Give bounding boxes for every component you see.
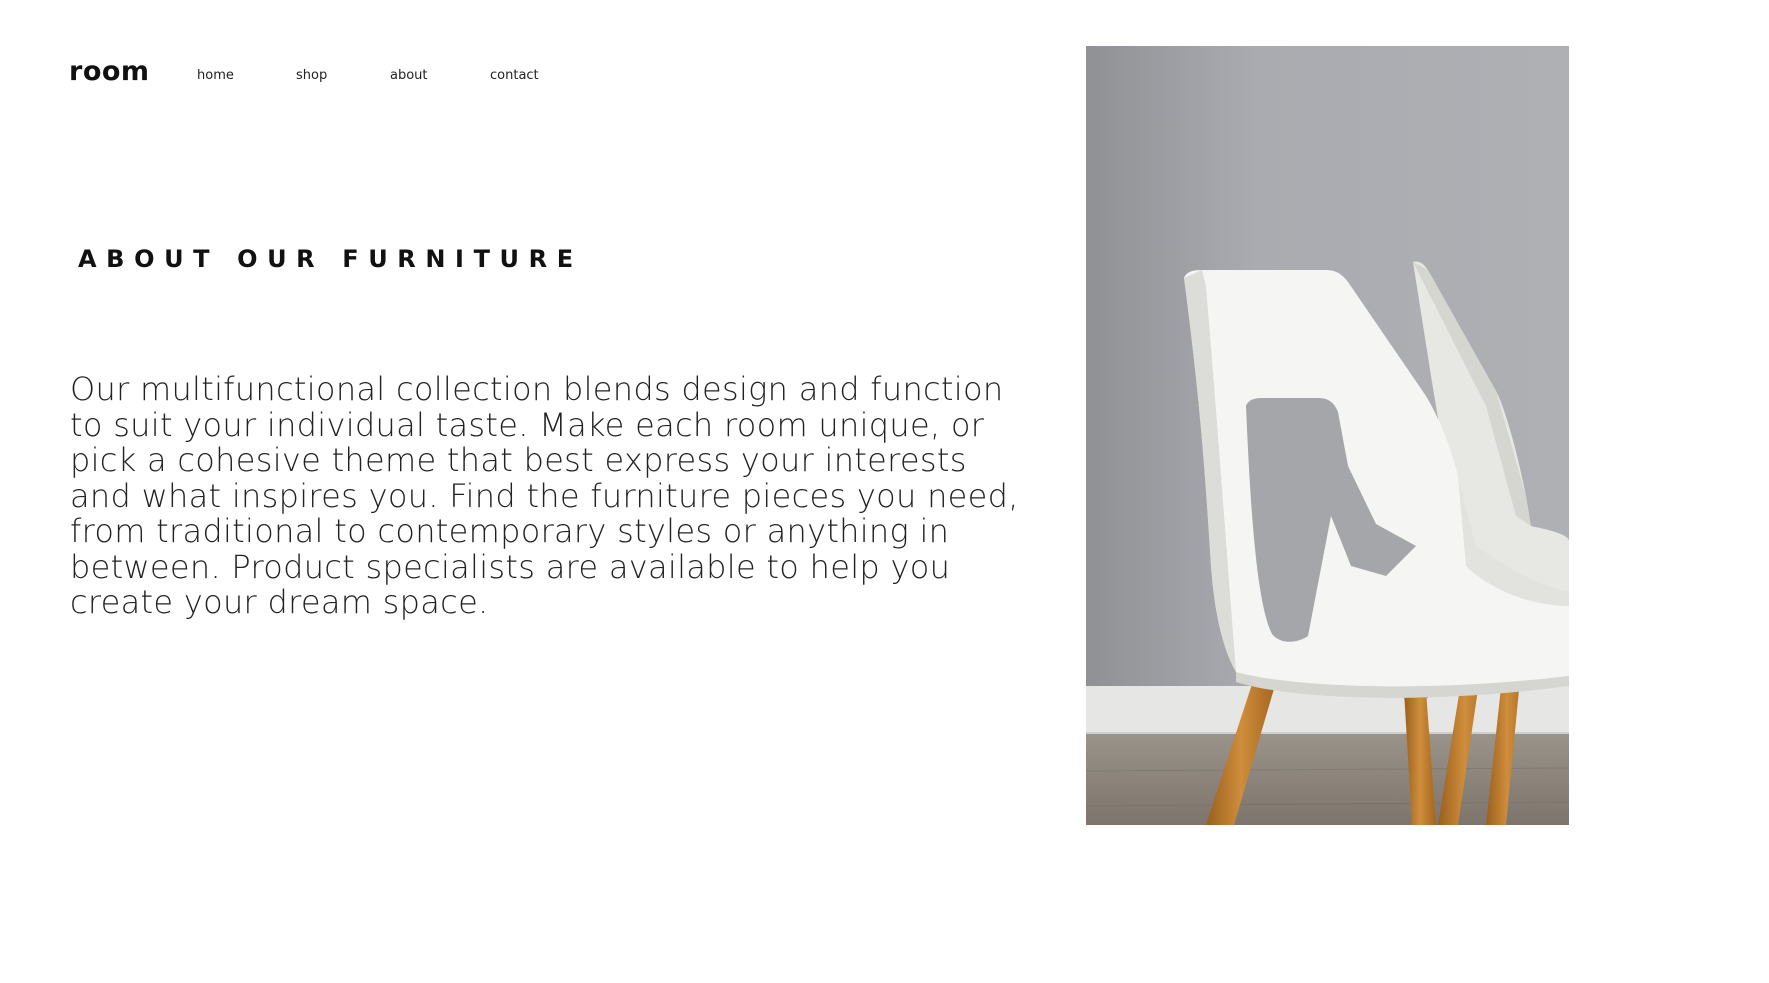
page-heading: ABOUT OUR FURNITURE <box>78 245 583 273</box>
chair-photo <box>1086 46 1569 825</box>
nav-about[interactable]: about <box>390 68 428 83</box>
nav-contact[interactable]: contact <box>490 68 539 83</box>
about-paragraph: Our multifunctional collection blends de… <box>70 370 1019 621</box>
nav-shop[interactable]: shop <box>296 68 327 83</box>
nav-home[interactable]: home <box>197 68 234 83</box>
logo[interactable]: room <box>69 56 150 87</box>
